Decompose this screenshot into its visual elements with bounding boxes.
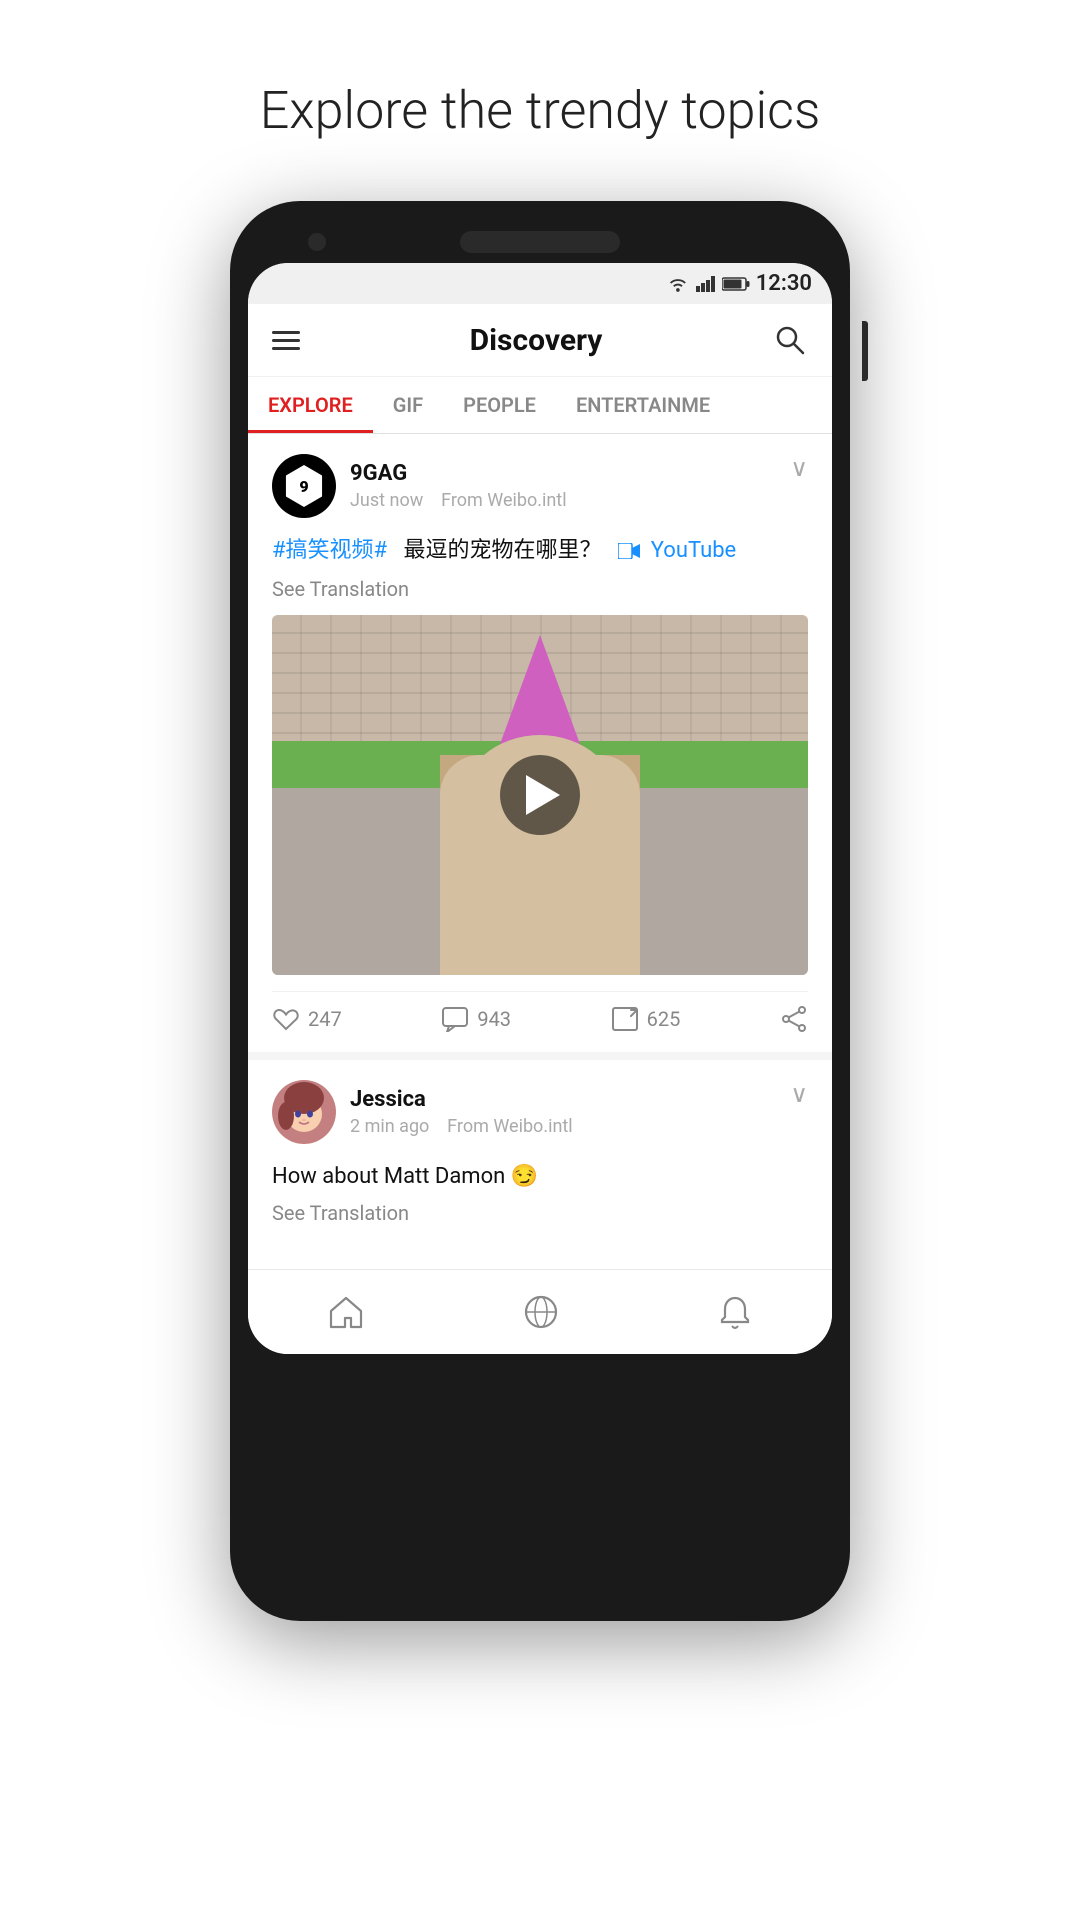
post-source-9gag: From Weibo.intl <box>441 490 566 511</box>
post-author-name-9gag: 9GAG <box>350 461 567 486</box>
notifications-icon <box>718 1294 752 1330</box>
post-header-9gag: 9 9GAG Just now From Weibo.intl <box>272 454 808 518</box>
post-author-name-jessica: Jessica <box>350 1087 573 1112</box>
play-triangle-icon <box>526 775 560 815</box>
battery-icon <box>722 276 750 292</box>
avatar-9gag-text: 9 <box>299 477 308 496</box>
bottom-nav-home[interactable] <box>304 1287 388 1337</box>
comment-button[interactable]: 943 <box>441 1006 511 1032</box>
signal-icon <box>696 276 716 292</box>
post-text-cn: 最逗的宠物在哪里？ <box>403 538 601 563</box>
see-translation-jessica[interactable]: See Translation <box>272 1201 808 1225</box>
post-time-jessica: 2 min ago <box>350 1116 429 1137</box>
comment-icon <box>441 1006 469 1032</box>
phone-speaker <box>460 231 620 253</box>
post-card-jessica: Jessica 2 min ago From Weibo.intl ∨ How … <box>248 1060 832 1261</box>
phone-side-button <box>862 321 868 381</box>
like-icon <box>272 1006 300 1032</box>
search-icon <box>774 324 806 356</box>
repost-button[interactable]: 625 <box>611 1006 681 1032</box>
status-time: 12:30 <box>756 271 812 296</box>
post-author-meta-jessica: 2 min ago From Weibo.intl <box>350 1116 573 1137</box>
post-author-details-9gag: 9GAG Just now From Weibo.intl <box>350 461 567 511</box>
post-author-info-jessica: Jessica 2 min ago From Weibo.intl <box>272 1080 573 1144</box>
video-icon <box>618 543 640 559</box>
youtube-link[interactable]: YouTube <box>651 538 736 563</box>
jessica-avatar-svg <box>272 1080 336 1144</box>
hashtag-9gag[interactable]: #搞笑视频# <box>272 538 387 563</box>
repost-count: 625 <box>647 1007 681 1031</box>
post-author-details-jessica: Jessica 2 min ago From Weibo.intl <box>350 1087 573 1137</box>
post-source-jessica: From Weibo.intl <box>447 1116 572 1137</box>
post-content-9gag: #搞笑视频# 最逗的宠物在哪里？ YouTube See Translation <box>272 534 808 975</box>
like-button[interactable]: 247 <box>272 1006 342 1032</box>
post-author-meta-9gag: Just now From Weibo.intl <box>350 490 567 511</box>
tab-people[interactable]: PEOPLE <box>443 377 556 433</box>
post-card-9gag: 9 9GAG Just now From Weibo.intl <box>248 434 832 1052</box>
phone-camera <box>308 233 326 251</box>
hamburger-button[interactable] <box>272 331 300 350</box>
tab-entertainment[interactable]: ENTERTAINME <box>556 377 730 433</box>
share-button[interactable] <box>780 1006 808 1032</box>
avatar-9gag-inner: 9 <box>283 465 325 507</box>
phone-screen: 12:30 Discovery EXPLORE GIF PEOPLE E <box>248 263 832 1354</box>
chevron-down-icon-jessica[interactable]: ∨ <box>790 1080 808 1108</box>
phone-shell: 12:30 Discovery EXPLORE GIF PEOPLE E <box>230 201 850 1621</box>
avatar-9gag: 9 <box>272 454 336 518</box>
post-author-info-9gag: 9 9GAG Just now From Weibo.intl <box>272 454 567 518</box>
page-headline: Explore the trendy topics <box>260 80 821 141</box>
status-bar: 12:30 <box>248 263 832 304</box>
search-button[interactable] <box>772 322 808 358</box>
top-nav: Discovery <box>248 304 832 377</box>
bottom-nav <box>248 1269 832 1354</box>
like-count: 247 <box>308 1007 342 1031</box>
comment-count: 943 <box>477 1007 511 1031</box>
nav-title: Discovery <box>470 323 603 358</box>
post-text-jessica: How about Matt Damon 😏 <box>272 1160 808 1193</box>
tab-gif[interactable]: GIF <box>373 377 443 433</box>
jessica-face <box>272 1080 336 1144</box>
post-time-9gag: Just now <box>350 490 423 511</box>
avatar-jessica <box>272 1080 336 1144</box>
post-header-jessica: Jessica 2 min ago From Weibo.intl ∨ <box>272 1080 808 1144</box>
post-text-9gag: #搞笑视频# 最逗的宠物在哪里？ YouTube <box>272 534 808 567</box>
post-content-jessica: How about Matt Damon 😏 See Translation <box>272 1160 808 1225</box>
home-icon <box>328 1295 364 1329</box>
discover-icon <box>523 1294 559 1330</box>
see-translation-9gag[interactable]: See Translation <box>272 577 808 601</box>
phone-top-bar <box>248 231 832 253</box>
feed: 9 9GAG Just now From Weibo.intl <box>248 434 832 1261</box>
post-video-thumbnail[interactable] <box>272 615 808 975</box>
repost-icon <box>611 1006 639 1032</box>
play-button[interactable] <box>500 755 580 835</box>
bottom-nav-discover[interactable] <box>499 1286 583 1338</box>
share-icon <box>780 1006 808 1032</box>
status-icons: 12:30 <box>668 271 812 296</box>
wifi-icon <box>668 276 690 292</box>
post-actions-9gag: 247 943 625 <box>272 991 808 1032</box>
tabs-bar: EXPLORE GIF PEOPLE ENTERTAINME <box>248 377 832 434</box>
bottom-nav-notifications[interactable] <box>694 1286 776 1338</box>
tab-explore[interactable]: EXPLORE <box>248 377 373 433</box>
chevron-down-icon-9gag[interactable]: ∨ <box>790 454 808 482</box>
